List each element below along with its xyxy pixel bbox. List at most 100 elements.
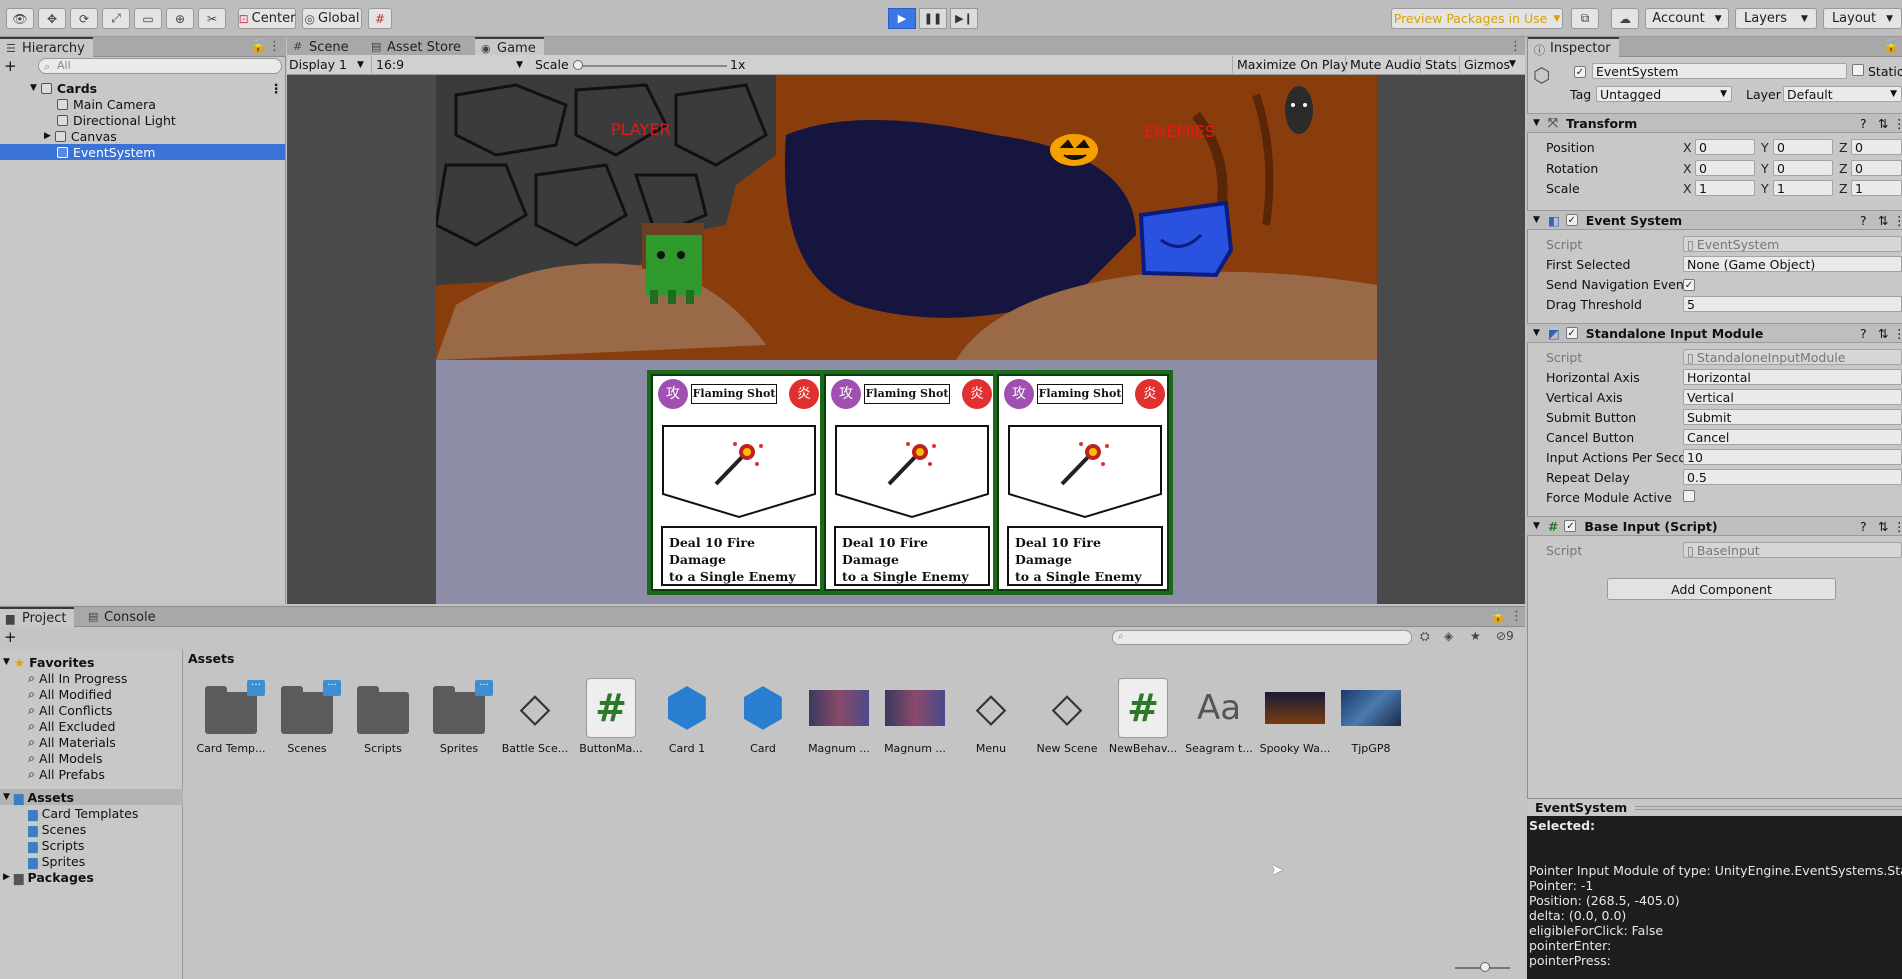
settings-icon[interactable]: ⇅ bbox=[1878, 213, 1888, 228]
foldout-icon[interactable]: ▼ bbox=[1533, 118, 1540, 128]
preview-packages-button[interactable]: Preview Packages in Use ▼ bbox=[1391, 8, 1563, 29]
help-icon[interactable]: ? bbox=[1860, 213, 1867, 228]
hierarchy-item-directional-light[interactable]: Directional Light bbox=[0, 112, 285, 128]
position-x-field[interactable]: 0 bbox=[1695, 139, 1755, 155]
asset-folder-item[interactable]: ▆ Scripts bbox=[0, 837, 183, 853]
gizmos-toggle[interactable]: Gizmos bbox=[1459, 56, 1514, 73]
asset-script[interactable]: # ButtonMa... bbox=[575, 678, 647, 755]
more-menu-icon[interactable]: ⋮ bbox=[268, 39, 281, 54]
pivot-global-button[interactable]: ◎ Global bbox=[302, 8, 362, 29]
drag-threshold-field[interactable]: 5 bbox=[1683, 296, 1902, 312]
cancel-button-field[interactable]: Cancel bbox=[1683, 429, 1902, 445]
tab-inspector[interactable]: ⓘ Inspector bbox=[1528, 37, 1619, 57]
submit-button-field[interactable]: Submit bbox=[1683, 409, 1902, 425]
assets-root[interactable]: ▼ ▆ Assets bbox=[0, 789, 183, 805]
move-tool-icon[interactable]: ✥ bbox=[38, 8, 66, 29]
active-checkbox[interactable]: ✓ bbox=[1574, 64, 1586, 78]
asset-scene[interactable]: ◇ New Scene bbox=[1031, 678, 1103, 755]
favorite-item[interactable]: ⌕ All Modified bbox=[0, 686, 183, 702]
favorite-item[interactable]: ⌕ All Materials bbox=[0, 734, 183, 750]
base-input-header[interactable]: ▼ # ✓ Base Input (Script) ? ⇅ ⋮ bbox=[1527, 516, 1902, 536]
favorite-item[interactable]: ⌕ All Prefabs bbox=[0, 766, 183, 782]
send-navigation-checkbox[interactable]: ✓ bbox=[1683, 277, 1695, 291]
asset-script[interactable]: # NewBehav... bbox=[1107, 678, 1179, 755]
settings-icon[interactable]: ⇅ bbox=[1878, 326, 1888, 341]
hierarchy-item-canvas[interactable]: ▶ Canvas bbox=[0, 128, 285, 144]
favorite-item[interactable]: ⌕ All In Progress bbox=[0, 670, 183, 686]
card-flaming-shot-3[interactable]: 攻 Flaming Shot 炎 Deal 10 Fire Damage to … bbox=[993, 370, 1173, 595]
create-icon[interactable]: + bbox=[4, 57, 24, 75]
favorite-item[interactable]: ⌕ All Models bbox=[0, 750, 183, 766]
tab-console[interactable]: ▤ Console bbox=[82, 607, 164, 627]
preview-header[interactable]: EventSystem bbox=[1527, 798, 1902, 816]
favorite-item[interactable]: ⌕ All Excluded bbox=[0, 718, 183, 734]
asset-font[interactable]: Aa Seagram t... bbox=[1183, 678, 1255, 755]
asset-prefab[interactable]: ⬢ Card bbox=[727, 678, 799, 755]
thumbnail-size-handle[interactable] bbox=[1480, 962, 1490, 972]
force-module-checkbox[interactable] bbox=[1683, 490, 1695, 505]
event-system-component-header[interactable]: ▼ ◧ ✓ Event System ? ⇅ ⋮ bbox=[1527, 210, 1902, 230]
foldout-icon[interactable]: ▼ bbox=[1533, 521, 1540, 531]
asset-folder[interactable]: Scripts bbox=[347, 678, 419, 755]
maximize-on-play-toggle[interactable]: Maximize On Play bbox=[1232, 56, 1352, 73]
asset-folder[interactable]: ··· Scenes bbox=[271, 678, 343, 755]
asset-image[interactable]: TjpGP8 bbox=[1335, 678, 1407, 755]
scene-menu-icon[interactable]: ⋮ bbox=[270, 81, 283, 96]
lock-icon[interactable]: 🔒 bbox=[1490, 609, 1506, 624]
vertical-axis-field[interactable]: Vertical bbox=[1683, 389, 1902, 405]
asset-image[interactable]: Magnum ... bbox=[803, 678, 875, 755]
position-y-field[interactable]: 0 bbox=[1773, 139, 1833, 155]
tab-scene[interactable]: # Scene bbox=[287, 37, 357, 57]
settings-icon[interactable]: ⇅ bbox=[1878, 519, 1888, 534]
create-asset-icon[interactable]: + bbox=[4, 628, 17, 646]
rotation-z-field[interactable]: 0 bbox=[1851, 160, 1902, 176]
cloud-icon[interactable]: ☁ bbox=[1611, 8, 1639, 29]
asset-prefab[interactable]: ⬢ Card 1 bbox=[651, 678, 723, 755]
repeat-delay-field[interactable]: 0.5 bbox=[1683, 469, 1902, 485]
foldout-icon[interactable]: ▼ bbox=[1533, 328, 1540, 338]
asset-folder-item[interactable]: ▆ Scenes bbox=[0, 821, 183, 837]
lock-icon[interactable]: 🔒 bbox=[250, 39, 266, 54]
add-component-button[interactable]: Add Component bbox=[1607, 578, 1836, 600]
component-enabled-checkbox[interactable]: ✓ bbox=[1564, 520, 1577, 532]
asset-folder[interactable]: ··· Card Temp... bbox=[195, 678, 267, 755]
component-menu-icon[interactable]: ⋮ bbox=[1893, 519, 1902, 534]
component-menu-icon[interactable]: ⋮ bbox=[1893, 326, 1902, 341]
collab-icon[interactable]: ⧉ bbox=[1571, 8, 1599, 29]
mute-audio-toggle[interactable]: Mute Audio bbox=[1345, 56, 1425, 73]
packages-root[interactable]: ▶ ▆ Packages bbox=[0, 869, 183, 885]
object-name-field[interactable]: EventSystem bbox=[1592, 63, 1847, 79]
asset-scene[interactable]: ◇ Menu bbox=[955, 678, 1027, 755]
favorites-section[interactable]: ▼ ★ Favorites bbox=[0, 654, 183, 670]
play-button[interactable]: ▶ bbox=[888, 8, 916, 29]
tab-asset-store[interactable]: ▤ Asset Store bbox=[365, 37, 469, 57]
transform-component-header[interactable]: ▼ ⤧ Transform ? ⇅ ⋮ bbox=[1527, 113, 1902, 133]
asset-folder-item[interactable]: ▆ Card Templates bbox=[0, 805, 183, 821]
more-menu-icon[interactable]: ⋮ bbox=[1510, 609, 1523, 624]
aspect-dropdown[interactable]: 16:9 ▼ bbox=[371, 56, 527, 73]
foldout-icon[interactable]: ▼ bbox=[1533, 215, 1540, 225]
lock-icon[interactable]: 🔒 bbox=[1883, 39, 1899, 54]
help-icon[interactable]: ? bbox=[1860, 116, 1867, 131]
stats-toggle[interactable]: Stats bbox=[1420, 56, 1461, 73]
scale-tool-icon[interactable]: ⤢ bbox=[102, 8, 130, 29]
view-tool-icon[interactable]: 👁 bbox=[6, 8, 34, 29]
tab-hierarchy[interactable]: ☰ Hierarchy bbox=[0, 37, 93, 57]
static-checkbox[interactable] bbox=[1852, 64, 1864, 79]
rotation-y-field[interactable]: 0 bbox=[1773, 160, 1833, 176]
hierarchy-search-input[interactable]: ⌕ All bbox=[38, 58, 282, 74]
filter-type-icon[interactable]: ⛭ bbox=[1420, 629, 1430, 644]
layout-dropdown[interactable]: Layout ▼ bbox=[1823, 8, 1902, 29]
asset-scene[interactable]: ◇ Battle Sce... bbox=[499, 678, 571, 755]
asset-folder[interactable]: ··· Sprites bbox=[423, 678, 495, 755]
hierarchy-item-main-camera[interactable]: Main Camera bbox=[0, 96, 285, 112]
horizontal-axis-field[interactable]: Horizontal bbox=[1683, 369, 1902, 385]
filter-label-icon[interactable]: ◈ bbox=[1444, 629, 1453, 643]
scale-z-field[interactable]: 1 bbox=[1851, 180, 1902, 196]
expand-icon[interactable]: ▼ bbox=[30, 83, 37, 93]
component-enabled-checkbox[interactable]: ✓ bbox=[1565, 214, 1578, 226]
first-selected-field[interactable]: None (Game Object) bbox=[1683, 256, 1902, 272]
asset-image[interactable]: Spooky Wa... bbox=[1259, 678, 1331, 755]
step-button[interactable]: ▶❙ bbox=[950, 8, 978, 29]
asset-image[interactable]: Magnum ... bbox=[879, 678, 951, 755]
